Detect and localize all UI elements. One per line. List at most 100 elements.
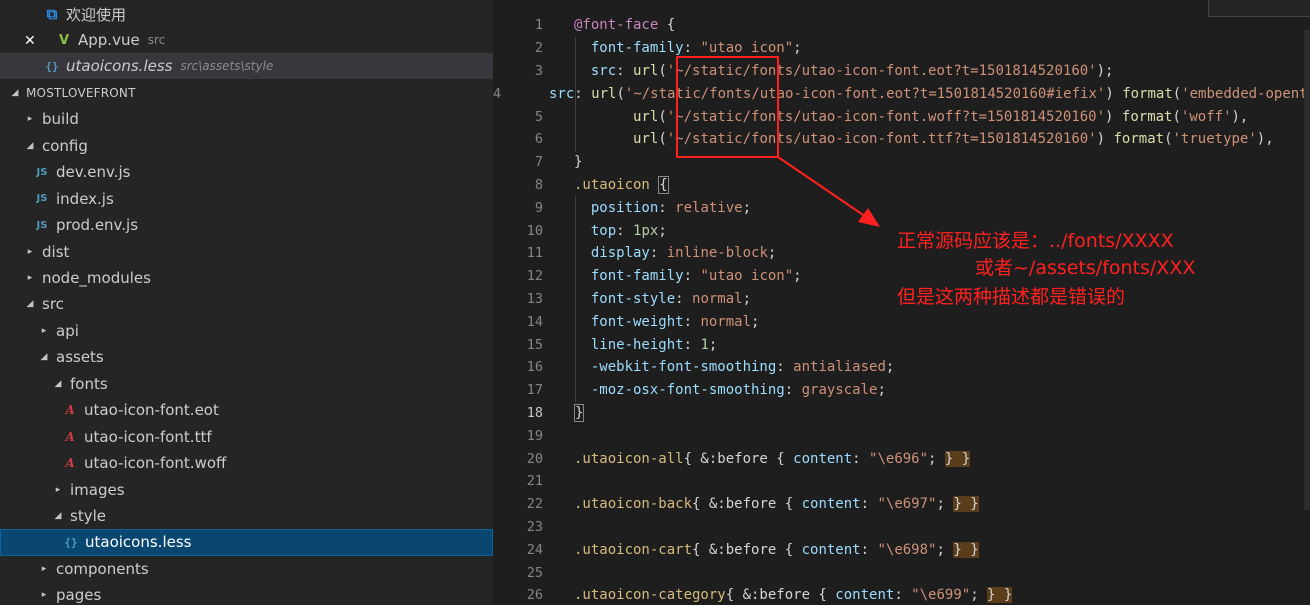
folder-item[interactable]: ▸ components xyxy=(0,556,493,583)
code-line[interactable]: 14 font-weight: normal; xyxy=(493,310,1310,333)
vertical-scrollbar[interactable] xyxy=(1304,30,1310,510)
code-token: display xyxy=(590,245,650,262)
file-item[interactable]: {} utaoicons.less xyxy=(0,529,493,556)
code-line[interactable]: 26 .utaoicon-category{ &:before { content… xyxy=(493,584,1310,605)
folder-item[interactable]: ◢ src xyxy=(0,291,493,318)
code-token: { &:before { xyxy=(683,450,794,467)
close-icon[interactable]: ✕ xyxy=(24,33,36,49)
chevron-right-icon[interactable]: ▸ xyxy=(52,485,64,495)
chevron-down-icon[interactable]: ◢ xyxy=(38,352,50,362)
file-item[interactable]: Autao-icon-font.woff xyxy=(0,450,493,477)
explorer-section-header[interactable]: ◢ MOSTLOVEFRONT xyxy=(0,80,493,106)
file-item[interactable]: JS index.js xyxy=(0,185,493,212)
code-token: } } xyxy=(953,541,979,558)
code-token: 'woff' xyxy=(1180,108,1232,125)
code-line[interactable]: 5 url('~/static/fonts/utao-icon-font.wof… xyxy=(493,105,1310,128)
folder-item[interactable]: ▸ build xyxy=(0,106,493,133)
code-token: : xyxy=(616,62,634,79)
code-line[interactable]: 1 @font-face { xyxy=(493,14,1310,37)
code-token: normal xyxy=(700,313,752,330)
open-editor-item[interactable]: {} utaoicons.less src\assets\style xyxy=(0,53,493,79)
line-number: 14 xyxy=(526,313,543,330)
line-number: 19 xyxy=(526,427,543,444)
open-editor-item[interactable]: ⧉ 欢迎使用 xyxy=(0,1,493,27)
code-line[interactable]: 7} xyxy=(493,151,1310,174)
file-item[interactable]: Autao-icon-font.ttf xyxy=(0,423,493,450)
chevron-right-icon[interactable]: ▸ xyxy=(38,326,50,336)
chevron-down-icon[interactable]: ◢ xyxy=(24,141,36,151)
code-token: content xyxy=(801,541,861,558)
tree-item-label: utao-icon-font.woff xyxy=(84,454,227,473)
code-line[interactable]: 15 line-height: 1; xyxy=(493,333,1310,356)
code-token: ( xyxy=(1164,131,1173,148)
code-token: "\e696" xyxy=(869,450,929,467)
line-number: 6 xyxy=(534,131,543,148)
line-number: 9 xyxy=(534,199,543,216)
line-number: 26 xyxy=(526,587,543,604)
code-line[interactable]: 3 src: url('~/static/fonts/utao-icon-fon… xyxy=(493,60,1310,83)
code-token: "\e699" xyxy=(911,587,971,604)
code-token: format xyxy=(1122,85,1173,102)
code-text: -webkit-font-smoothing: antialiased; xyxy=(574,359,894,375)
folder-item[interactable]: ◢ fonts xyxy=(0,371,493,398)
code-line[interactable]: 23 xyxy=(493,516,1310,539)
chevron-down-icon[interactable]: ◢ xyxy=(52,379,64,389)
code-token: ( xyxy=(658,131,667,148)
code-line[interactable]: 4 src: url('~/static/fonts/utao-icon-fon… xyxy=(493,82,1310,105)
file-item[interactable]: JS prod.env.js xyxy=(0,212,493,239)
less-file-icon: {} xyxy=(64,535,78,549)
code-line[interactable]: 16 -webkit-font-smoothing: antialiased; xyxy=(493,356,1310,379)
code-token: ; xyxy=(742,290,752,307)
code-line[interactable]: 18} xyxy=(493,402,1310,425)
code-line[interactable]: 6 url('~/static/fonts/utao-icon-font.ttf… xyxy=(493,128,1310,151)
tree-item-label: images xyxy=(70,480,125,499)
code-line[interactable]: 9 position: relative; xyxy=(493,196,1310,219)
folder-item[interactable]: ▸ api xyxy=(0,318,493,345)
code-token: : xyxy=(852,450,870,467)
code-token: format xyxy=(1113,131,1165,148)
open-editor-item[interactable]: ✕ V App.vue src xyxy=(0,27,493,53)
code-line[interactable]: 20 .utaoicon-all{ &:before { content: "\e… xyxy=(493,447,1310,470)
folder-item[interactable]: ▸ images xyxy=(0,476,493,503)
code-line[interactable]: 24 .utaoicon-cart{ &:before { content: "\… xyxy=(493,538,1310,561)
folder-item[interactable]: ▸ pages xyxy=(0,582,493,605)
code-token: url xyxy=(633,62,659,79)
code-line[interactable]: 21 xyxy=(493,470,1310,493)
code-line[interactable]: 22 .utaoicon-back{ &:before { content: "\… xyxy=(493,493,1310,516)
less-icon: {} xyxy=(45,59,59,73)
chevron-down-icon[interactable]: ◢ xyxy=(24,299,36,309)
code-text: url('~/static/fonts/utao-icon-font.ttf?t… xyxy=(574,131,1274,147)
code-text: .utaoicon-back{ &:before { content: "\e6… xyxy=(574,496,979,513)
folder-item[interactable]: ◢ config xyxy=(0,132,493,159)
chevron-down-icon[interactable]: ◢ xyxy=(52,511,64,521)
code-token: src xyxy=(590,62,617,79)
code-line[interactable]: 8 .utaoicon { xyxy=(493,174,1310,197)
code-line[interactable]: 17 -moz-osx-font-smoothing: grayscale; xyxy=(493,379,1310,402)
code-token: } xyxy=(574,403,585,422)
chevron-right-icon[interactable]: ▸ xyxy=(24,273,36,283)
folder-item[interactable]: ▸ dist xyxy=(0,238,493,265)
code-token: antialiased xyxy=(793,359,886,376)
folder-item[interactable]: ◢ assets xyxy=(0,344,493,371)
code-text: position: relative; xyxy=(574,200,751,216)
chevron-right-icon[interactable]: ▸ xyxy=(38,564,50,574)
code-line[interactable]: 25 xyxy=(493,561,1310,584)
js-file-icon: JS xyxy=(36,166,48,178)
code-line[interactable]: 19 xyxy=(493,424,1310,447)
file-item[interactable]: Autao-icon-font.eot xyxy=(0,397,493,424)
code-token: ; xyxy=(793,268,802,285)
chevron-right-icon[interactable]: ▸ xyxy=(38,590,50,600)
line-number: 17 xyxy=(526,382,543,399)
code-token: "\e698" xyxy=(877,541,937,558)
chevron-right-icon[interactable]: ▸ xyxy=(24,114,36,124)
file-item[interactable]: JS dev.env.js xyxy=(0,159,493,186)
chevron-right-icon[interactable]: ▸ xyxy=(24,247,36,257)
folder-item[interactable]: ▸ node_modules xyxy=(0,265,493,292)
folder-item[interactable]: ◢ style xyxy=(0,503,493,530)
code-token: 'embedded-opentype' xyxy=(1181,85,1310,102)
code-line[interactable]: 2 font-family: "utao icon"; xyxy=(493,37,1310,60)
